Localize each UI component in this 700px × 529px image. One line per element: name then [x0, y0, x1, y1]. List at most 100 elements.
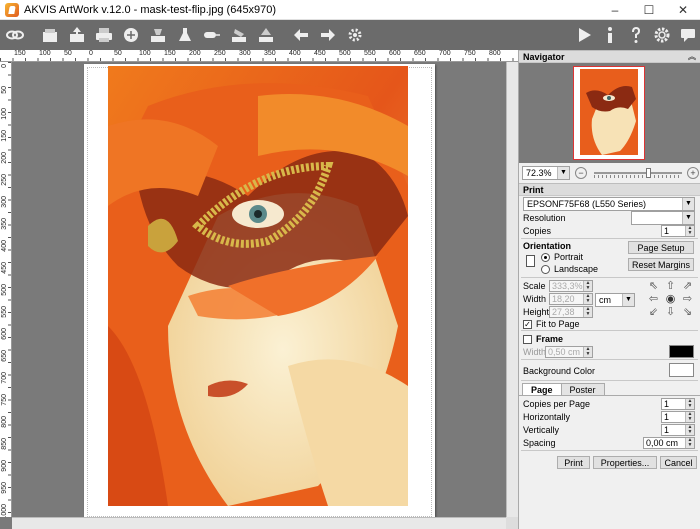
portrait-option[interactable]: Portrait [541, 252, 583, 262]
spinner-arrows-icon[interactable]: ▲ ▼ [583, 307, 592, 317]
frame-color-swatch[interactable] [669, 345, 694, 358]
spinner-arrows-icon[interactable]: ▲ ▼ [583, 281, 592, 291]
vertically-value: 1 [664, 425, 670, 435]
spacing-label: Spacing [523, 438, 556, 448]
undo-icon[interactable] [289, 23, 313, 47]
landscape-option[interactable]: Landscape [541, 264, 598, 274]
ruler-v-label: 0 [1, 64, 8, 68]
ruler-v-label: 950 [1, 482, 8, 494]
dropdown-arrow-icon[interactable]: ▼ [682, 212, 694, 224]
feedback-icon[interactable] [676, 23, 700, 47]
spinner-arrows-icon[interactable]: ▲ ▼ [685, 399, 694, 409]
arrow-up-left-icon[interactable]: ⇖ [645, 280, 662, 293]
frame-option[interactable]: Frame [523, 334, 563, 344]
ruler-v-label: 650 [1, 350, 8, 362]
vertical-scrollbar[interactable] [506, 62, 518, 517]
fit-to-page-option[interactable]: ✓ Fit to Page [523, 319, 580, 329]
landscape-radio[interactable] [541, 264, 550, 274]
brush-icon[interactable] [200, 23, 224, 47]
navigator-view[interactable] [519, 63, 700, 163]
info-icon[interactable] [598, 23, 622, 47]
flask-icon[interactable] [173, 23, 197, 47]
copies-spinner[interactable]: 1 ▲ ▼ [661, 225, 695, 237]
navigator-viewport-frame[interactable] [573, 66, 645, 160]
share-icon[interactable] [119, 23, 143, 47]
arrow-right-icon[interactable]: ⇨ [679, 293, 696, 306]
background-section: Background Color [519, 360, 700, 380]
zoom-row: 72.3% ▼ − + [519, 163, 700, 183]
portrait-radio[interactable] [541, 252, 550, 262]
page-tab-content: Copies per Page 1 ▲ ▼ Horizontally 1 ▲ ▼ V… [519, 396, 700, 450]
center-target-icon[interactable]: ◉ [662, 293, 679, 306]
spinner-arrows-icon[interactable]: ▲ ▼ [685, 438, 694, 448]
height-spinner[interactable]: 27,38 ▲ ▼ [549, 306, 593, 318]
frame-checkbox[interactable] [523, 334, 532, 344]
run-icon[interactable] [572, 23, 596, 47]
arrow-left-icon[interactable]: ⇦ [645, 293, 662, 306]
printer-select[interactable]: EPSONF75F68 (L550 Series) ▼ [523, 196, 695, 211]
horizontally-value: 1 [664, 412, 670, 422]
redo-icon[interactable] [316, 23, 340, 47]
width-spinner[interactable]: 18,20 ▲ ▼ [549, 293, 593, 305]
spinner-arrows-icon[interactable]: ▲ ▼ [685, 226, 694, 236]
horizontal-scrollbar[interactable] [12, 517, 506, 529]
close-button[interactable]: ✕ [666, 0, 700, 20]
ruler-v-label: 200 [1, 152, 8, 164]
printer-name: EPSONF75F68 (L550 Series) [527, 198, 647, 209]
save-icon[interactable] [65, 23, 89, 47]
scale-value: 333,3% [552, 281, 583, 291]
maximize-button[interactable]: ☐ [632, 0, 666, 20]
dropdown-arrow-icon[interactable]: ▼ [557, 167, 569, 179]
navigator-header[interactable]: Navigator ︽ [519, 50, 700, 63]
arrow-up-icon[interactable]: ⇧ [662, 280, 679, 293]
history-icon[interactable] [254, 23, 278, 47]
spinner-arrows-icon[interactable]: ▲ ▼ [583, 294, 592, 304]
help-icon[interactable] [624, 23, 648, 47]
arrow-down-left-icon[interactable]: ⇙ [645, 306, 662, 319]
dropdown-arrow-icon[interactable]: ▼ [682, 197, 694, 210]
batch-icon[interactable] [146, 23, 170, 47]
vertically-spinner[interactable]: 1 ▲ ▼ [661, 424, 695, 436]
background-color-label: Background Color [523, 366, 596, 376]
zoom-combo[interactable]: 72.3% ▼ [522, 166, 570, 180]
horizontally-spinner[interactable]: 1 ▲ ▼ [661, 411, 695, 423]
cancel-button[interactable]: Cancel [660, 456, 697, 469]
fit-to-page-checkbox[interactable]: ✓ [523, 319, 532, 329]
resolution-select[interactable]: ▼ [631, 211, 695, 225]
link-icon[interactable] [3, 23, 27, 47]
spinner-arrows-icon[interactable]: ▲ ▼ [685, 412, 694, 422]
frame-width-spinner[interactable]: 0,50 cm ▲ ▼ [545, 346, 593, 358]
spacing-spinner[interactable]: 0,00 cm ▲ ▼ [643, 437, 695, 449]
ruler-h-label: 550 [364, 50, 376, 57]
print-icon[interactable] [92, 23, 116, 47]
preferences-icon[interactable] [650, 23, 674, 47]
zoom-out-icon[interactable]: − [575, 167, 587, 179]
arrow-down-icon[interactable]: ⇩ [662, 306, 679, 319]
chevron-up-icon[interactable]: ︽ [688, 51, 696, 63]
ruler-h-label: 250 [214, 50, 226, 57]
reset-margins-button[interactable]: Reset Margins [628, 258, 694, 271]
dropdown-arrow-icon[interactable]: ▼ [622, 294, 634, 306]
arrow-up-right-icon[interactable]: ⇗ [679, 280, 696, 293]
open-icon[interactable] [38, 23, 62, 47]
width-label: Width [523, 294, 547, 304]
tab-page[interactable]: Page [522, 383, 562, 395]
scale-spinner[interactable]: 333,3% ▲ ▼ [549, 280, 593, 292]
zoom-slider-thumb[interactable] [646, 168, 652, 178]
copies-per-page-spinner[interactable]: 1 ▲ ▼ [661, 398, 695, 410]
eraser-icon[interactable] [227, 23, 251, 47]
minimize-button[interactable]: – [598, 0, 632, 20]
settings-gear-icon[interactable] [343, 23, 367, 47]
zoom-in-icon[interactable]: + [687, 167, 699, 179]
artwork-image[interactable] [108, 66, 408, 506]
page-setup-button[interactable]: Page Setup [628, 241, 694, 254]
zoom-slider[interactable] [594, 166, 682, 180]
background-color-swatch[interactable] [669, 363, 694, 377]
unit-select[interactable]: cm ▼ [595, 293, 635, 307]
spinner-arrows-icon[interactable]: ▲ ▼ [685, 425, 694, 435]
tab-poster[interactable]: Poster [560, 383, 605, 395]
properties-button[interactable]: Properties... [593, 456, 657, 469]
spinner-arrows-icon[interactable]: ▲ ▼ [583, 347, 592, 357]
arrow-down-right-icon[interactable]: ⇘ [679, 306, 696, 319]
print-button[interactable]: Print [557, 456, 590, 469]
